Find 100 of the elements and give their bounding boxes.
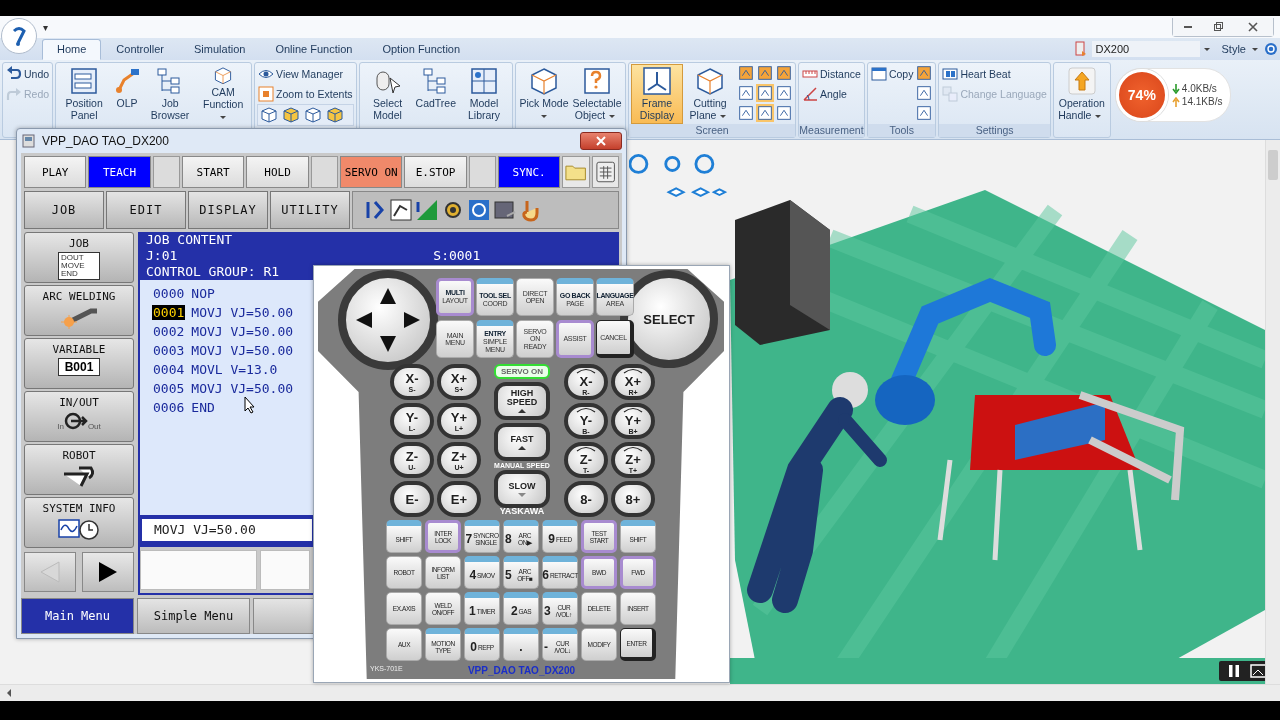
menu-button[interactable]: DISPLAY bbox=[188, 191, 268, 229]
hand-icon bbox=[519, 198, 541, 222]
ribbon-button[interactable]: Zoom to Extents bbox=[257, 84, 354, 104]
ribbon-button[interactable]: Select Model bbox=[361, 64, 414, 124]
ribbon-button[interactable]: Model Library bbox=[458, 64, 511, 124]
line-number[interactable]: 0004 bbox=[152, 362, 186, 377]
speed-key[interactable]: FAST bbox=[494, 423, 550, 461]
ribbon-button[interactable]: CadTree bbox=[414, 64, 458, 124]
menu-button[interactable]: EDIT bbox=[106, 191, 186, 229]
toolbar-icon[interactable] bbox=[737, 104, 756, 122]
ribbon-tab[interactable]: Simulation bbox=[179, 39, 261, 60]
menu-tab[interactable]: Simple Menu bbox=[137, 598, 250, 634]
side-menu-button[interactable]: IN/OUT In Out bbox=[24, 391, 134, 442]
mode-button[interactable]: PLAY bbox=[24, 156, 87, 188]
ribbon-tab[interactable]: Online Function bbox=[260, 39, 368, 60]
style-menu[interactable]: Style bbox=[1213, 41, 1248, 57]
ribbon-button[interactable]: Undo bbox=[5, 64, 51, 84]
caret-icon bbox=[1203, 47, 1210, 51]
toolbar-icon[interactable] bbox=[756, 64, 775, 82]
side-menu-button[interactable]: SYSTEM INFO bbox=[24, 497, 134, 548]
in-out-arrow-icon bbox=[63, 411, 88, 431]
toolbar-icon[interactable] bbox=[915, 84, 934, 102]
ribbon-button[interactable]: Position Panel bbox=[58, 64, 111, 124]
menu-button[interactable]: JOB bbox=[24, 191, 104, 229]
side-menu-button[interactable]: JOB DOUT MOVE END bbox=[24, 232, 134, 283]
ribbon-button[interactable]: View Manager bbox=[257, 64, 345, 84]
side-menu-button[interactable]: ARC WELDING bbox=[24, 285, 134, 336]
speed-key[interactable]: SLOW bbox=[494, 470, 550, 508]
menu-tab[interactable]: Main Menu bbox=[21, 598, 134, 634]
ribbon-button[interactable]: Selectable Object bbox=[571, 64, 624, 124]
previous-button[interactable] bbox=[24, 552, 76, 592]
ribbon-tab[interactable]: Controller bbox=[101, 39, 180, 60]
ribbon-button[interactable]: Pick Mode bbox=[518, 64, 571, 124]
mode-button[interactable]: START bbox=[182, 156, 245, 188]
message-field bbox=[260, 550, 310, 590]
cube-icon bbox=[529, 66, 560, 96]
toolbar-icon[interactable] bbox=[775, 84, 794, 102]
control-group: CONTROL GROUP: R1 bbox=[146, 264, 611, 280]
mode-button[interactable]: TEACH bbox=[88, 156, 151, 188]
caret-icon bbox=[720, 114, 727, 118]
app-logo[interactable] bbox=[1, 18, 37, 54]
line-number[interactable]: 0000 bbox=[152, 286, 186, 301]
ribbon-button[interactable]: Copy bbox=[869, 64, 915, 84]
ribbon-button[interactable]: Cutting Plane bbox=[684, 64, 737, 124]
help-icon[interactable] bbox=[1264, 42, 1278, 56]
ribbon-button[interactable]: Operation Handle bbox=[1055, 64, 1108, 124]
toolbar-icon[interactable] bbox=[915, 64, 934, 82]
group-label: Tools bbox=[867, 124, 936, 137]
toolbar-icon[interactable] bbox=[756, 84, 775, 102]
scroll-arrow-icon[interactable] bbox=[7, 689, 11, 697]
menu-button[interactable]: UTILITY bbox=[270, 191, 350, 229]
toolbar-icon[interactable] bbox=[915, 104, 934, 122]
caret-icon bbox=[609, 114, 616, 118]
axes-icon bbox=[642, 66, 673, 96]
side-menu-button[interactable]: ROBOT bbox=[24, 444, 134, 495]
line-number[interactable]: 0002 bbox=[152, 324, 186, 339]
line-number[interactable]: 0005 bbox=[152, 381, 186, 396]
toolbar-icon[interactable] bbox=[737, 64, 756, 82]
mode-button[interactable]: E.STOP bbox=[404, 156, 467, 188]
ribbon-button[interactable]: OLP bbox=[111, 64, 144, 124]
toolbar-icon[interactable] bbox=[756, 104, 775, 122]
view-cube-icon[interactable] bbox=[282, 106, 301, 124]
controller-dropdown[interactable]: DX200 bbox=[1091, 41, 1200, 57]
line-number[interactable]: 0006 bbox=[152, 400, 186, 415]
keypad-key[interactable]: . bbox=[503, 628, 539, 661]
view-cube-icon[interactable] bbox=[326, 106, 345, 124]
ribbon-button[interactable]: Job Browser bbox=[144, 64, 197, 124]
quick-access-caret[interactable]: ▾ bbox=[43, 21, 48, 33]
keypad-icon[interactable] bbox=[591, 156, 619, 188]
mode-button[interactable]: SERVO ON bbox=[340, 156, 403, 188]
ribbon-button[interactable]: Heart Beat bbox=[941, 64, 1012, 84]
toolbar-icon[interactable] bbox=[775, 104, 794, 122]
side-menu-button[interactable]: VARIABLE B001 bbox=[24, 338, 134, 389]
screen-icon bbox=[493, 198, 517, 222]
ribbon-tab[interactable]: Option Function bbox=[367, 39, 476, 60]
close-button[interactable] bbox=[580, 132, 622, 150]
pendant-app-icon bbox=[21, 133, 37, 149]
ribbon-button[interactable]: Frame Display bbox=[631, 64, 684, 124]
mode-button[interactable]: SYNC. bbox=[498, 156, 561, 188]
horizontal-scrollbar[interactable] bbox=[0, 684, 1280, 701]
vertical-scrollbar[interactable] bbox=[1265, 140, 1280, 684]
folder-icon[interactable] bbox=[562, 156, 590, 188]
ribbon-button[interactable]: Angle bbox=[801, 84, 848, 104]
ribbon-tab[interactable]: Home bbox=[42, 39, 102, 60]
window-title: VPP_DAO TAO_DX200 bbox=[42, 134, 169, 148]
job-instruction: MOVJ VJ=50.00 bbox=[191, 324, 294, 339]
toolbar-icon[interactable] bbox=[737, 84, 756, 102]
library-icon bbox=[469, 66, 500, 96]
line-number[interactable]: 0001 bbox=[152, 305, 186, 320]
scroll-thumb[interactable] bbox=[1268, 150, 1278, 180]
speed-key[interactable]: HIGH SPEED bbox=[494, 382, 550, 420]
ribbon-button[interactable]: CAM Function bbox=[197, 64, 250, 124]
view-cube-icon[interactable] bbox=[304, 106, 323, 124]
mode-button[interactable]: HOLD bbox=[246, 156, 309, 188]
view-cube-icon[interactable] bbox=[260, 106, 279, 124]
ribbon-button[interactable]: Distance bbox=[801, 64, 862, 84]
line-number[interactable]: 0003 bbox=[152, 343, 186, 358]
next-button[interactable] bbox=[82, 552, 134, 592]
toolbar-icon[interactable] bbox=[775, 64, 794, 82]
chart-icon bbox=[389, 198, 413, 222]
